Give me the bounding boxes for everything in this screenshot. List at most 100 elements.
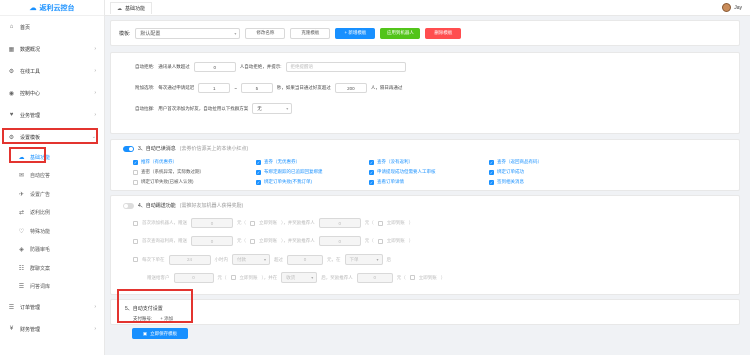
read-option[interactable]: ✓ 查券（无优惠券） [256, 159, 300, 165]
gift-row3-select2[interactable]: 下单 ▾ [344, 254, 383, 265]
sidebar-item-label: 自动应答 [30, 173, 51, 180]
checkbox[interactable]: ✓ [489, 169, 494, 175]
read-option[interactable]: ✓ 绑定订单失败(不我订单) [256, 179, 312, 185]
sidebar-item-label: 返利比例 [30, 210, 51, 217]
read-option[interactable]: ✓ 绑定订单成功 [489, 169, 524, 175]
sidebar-item-home[interactable]: ⌂ 首页 [0, 16, 104, 38]
sidebar-item-chart[interactable]: ▦ 数据概况 › [0, 38, 104, 60]
checkbox[interactable]: ✓ [369, 179, 374, 185]
checkbox[interactable]: ✓ [369, 159, 374, 165]
sidebar-subitem-special[interactable]: ♡ 特殊功能 [0, 222, 104, 241]
read-option[interactable]: 绑定订单失败(已被人认领) [133, 179, 194, 185]
sidebar-subitem-ad[interactable]: ✈ 设置广告 [0, 185, 104, 204]
checkbox[interactable]: ✓ [489, 159, 494, 165]
chevron-icon: › [94, 68, 96, 74]
read-option[interactable]: ✓ 申请提现成功但需要人工审核 [369, 169, 436, 175]
read-option[interactable]: ✓ 推荐（有优惠券） [133, 159, 177, 165]
sidebar-item-business[interactable]: ♥ 业务管理 › [0, 104, 104, 126]
sidebar-item-label: 设置广告 [30, 191, 51, 198]
chevron-down-icon: ▾ [311, 275, 314, 280]
instant-checkbox[interactable] [250, 220, 255, 226]
sidebar-item-order[interactable]: ☰ 订单管理 › [0, 296, 104, 318]
sidebar-item-label: 群聊文案 [30, 265, 51, 272]
sidebar-subitem-group[interactable]: ☷ 群聊文案 [0, 259, 104, 278]
read-option[interactable]: ✓ 签到相关消息 [489, 179, 524, 185]
read-option[interactable]: ✓ 查看订单详情 [369, 179, 404, 185]
gift-row1-amount[interactable]: 0 [191, 218, 233, 228]
checkbox[interactable]: ✓ [256, 169, 261, 175]
chevron-down-icon: ▾ [234, 30, 237, 36]
gift-row3-hours[interactable]: 24 [168, 254, 211, 265]
checkbox[interactable] [133, 238, 138, 244]
delay-min-value: 1 [212, 85, 216, 91]
delay-max-input[interactable]: 5 [240, 83, 273, 93]
gift-row3-select[interactable]: 付款 ▾ [232, 254, 270, 265]
read-option[interactable]: ✓ 布绑定跟踪的已追踪回复绑建 [256, 169, 323, 175]
instant-checkbox[interactable] [409, 275, 415, 280]
sidebar-subitem-qa[interactable]: ☰ 问答词库 [0, 278, 104, 297]
checkbox[interactable] [133, 220, 138, 226]
instant-checkbox[interactable] [230, 275, 236, 280]
auto-read-toggle[interactable] [123, 145, 134, 152]
read-option[interactable]: 查密（系统异常，实际数过期） [133, 169, 204, 175]
sidebar-item-finance[interactable]: ¥ 财务管理 › [0, 318, 104, 340]
sidebar-subitem-cloud[interactable]: ☁ 基础功能 [0, 148, 104, 167]
sidebar-subitem-shield[interactable]: ◈ 防骚审毛 [0, 241, 104, 260]
gift-row4-select[interactable]: 收货 ▾ [281, 272, 318, 283]
group-plan-select[interactable]: 无 ▾ [252, 103, 293, 114]
delay-min-input[interactable]: 1 [198, 83, 231, 93]
rename-button[interactable]: 修改名称 [245, 27, 286, 39]
chat-icon: ✉ [18, 173, 25, 180]
checkbox[interactable] [133, 169, 138, 175]
reject-message-input[interactable]: 拒绝提醒语 [285, 62, 406, 72]
sidebar-item-label: 特殊功能 [30, 228, 51, 235]
template-select[interactable]: 默认配置 ▾ [135, 27, 241, 39]
delete-template-button[interactable]: 删除模板 [425, 27, 462, 39]
gift-row2-amount[interactable]: 0 [191, 236, 233, 246]
sidebar-item-settings[interactable]: ⚙ 设置模板 ⌄ [0, 126, 104, 148]
gift-row1-referrer-amount[interactable]: 0 [318, 218, 361, 228]
checkbox[interactable] [133, 179, 138, 185]
daily-limit-input[interactable]: 200 [334, 83, 367, 93]
chevron-icon: › [94, 46, 96, 52]
reject-count-input[interactable]: 0 [193, 62, 236, 72]
checkbox[interactable]: ✓ [133, 159, 138, 165]
add-template-button[interactable]: + 新增模板 [335, 27, 376, 39]
app-logo[interactable]: ☁ 返利云控台 [0, 0, 104, 16]
sidebar-subitem-ratio[interactable]: ⇄ 返利比例 [0, 204, 104, 223]
instant-checkbox[interactable] [377, 220, 383, 226]
read-option[interactable]: ✓ 查券（没有返利） [369, 159, 413, 165]
auto-pass-text3: 人，隔日再通过 [370, 85, 403, 90]
checkbox[interactable]: ✓ [489, 179, 494, 185]
read-option-label: 签到相关消息 [497, 179, 524, 184]
instant-checkbox[interactable] [377, 238, 383, 244]
checkbox[interactable] [133, 257, 138, 262]
gift-row4-amount[interactable]: 0 [173, 272, 214, 283]
sidebar-item-control[interactable]: ◉ 控制中心 › [0, 82, 104, 104]
read-option-label: 布绑定跟踪的已追踪回复绑建 [264, 169, 323, 174]
save-icon: ▣ [142, 330, 148, 336]
apply-to-robot-button[interactable]: 应用到机器人 [380, 27, 421, 39]
sidebar-item-tool[interactable]: ⚙ 在线工具 › [0, 60, 104, 82]
read-option[interactable]: ✓ 查券（返回商品有码） [489, 159, 542, 165]
auto-gift-toggle[interactable] [123, 202, 134, 209]
tab-basic-features[interactable]: ☁ 基础功能 [110, 2, 153, 14]
gift-row4-f: 元（ [396, 274, 406, 280]
gift-row2-referrer-amount[interactable]: 0 [318, 236, 361, 246]
settings-icon: ⚙ [8, 134, 15, 141]
gift-row3-amount[interactable]: 0 [287, 254, 323, 265]
checkbox[interactable]: ✓ [369, 169, 374, 175]
save-template-button[interactable]: ▣ 立即保存模板 [132, 328, 188, 339]
user-menu[interactable]: Jay [722, 3, 742, 12]
gift-row4-a: 赠送给客户 [147, 274, 170, 280]
instant-checkbox[interactable] [250, 238, 255, 244]
clone-button[interactable]: 克隆模板 [290, 27, 331, 39]
gift-row4-referrer-amount[interactable]: 0 [356, 272, 393, 283]
add-pay-account-link[interactable]: + 添加 [160, 316, 173, 322]
checkbox[interactable]: ✓ [256, 179, 261, 185]
sidebar-subitem-chat[interactable]: ✉ 自动应答 [0, 167, 104, 186]
auto-pay-card: 5、自动支付设置 支付账号: + 添加 [110, 299, 740, 325]
checkbox[interactable]: ✓ [256, 159, 261, 165]
chevron-icon: › [94, 326, 96, 332]
pay-account-row: 支付账号: + 添加 [133, 316, 173, 322]
